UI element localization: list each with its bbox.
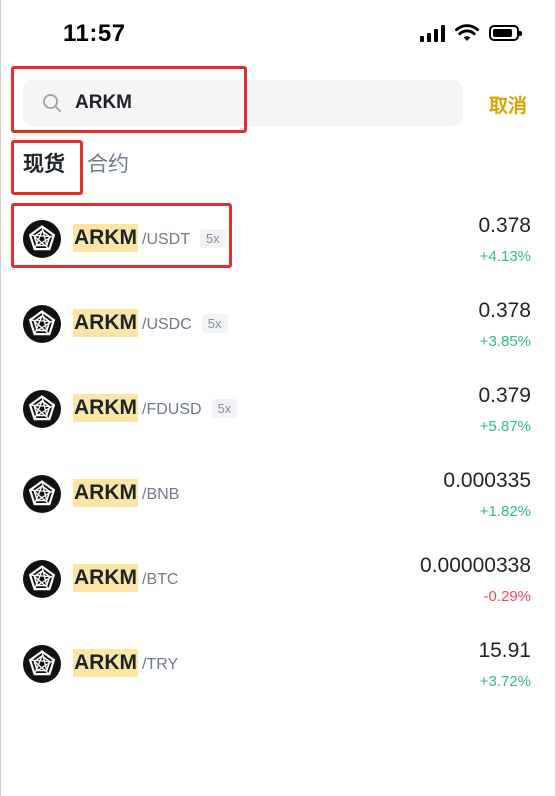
wifi-icon [455,24,479,41]
base-asset: ARKM [73,649,138,677]
search-icon [41,92,63,114]
pair-name: ARKM /TRY [73,649,178,677]
arkm-coin-icon [23,645,61,683]
pair-row[interactable]: ARKM /BNB 0.000335 +1.82% [1,455,555,540]
pair-name: ARKM /BNB [73,479,179,507]
last-price: 15.91 [478,639,531,662]
leverage-badge: 5x [200,228,226,248]
quote-asset: /TRY [142,656,179,673]
tab-futures[interactable]: 合约 [87,148,129,178]
quote-asset: /BTC [142,571,179,588]
status-time: 11:57 [63,20,126,47]
arkm-coin-icon [23,305,61,343]
price-change: +3.85% [479,333,531,350]
price-change: +1.82% [479,503,531,520]
base-asset: ARKM [73,394,138,422]
price-change: +3.72% [479,673,531,690]
pair-row[interactable]: ARKM /FDUSD 5x 0.379 +5.87% [1,370,555,455]
pair-row[interactable]: ARKM /BTC 0.00000338 -0.29% [1,540,555,625]
battery-icon [489,25,522,41]
pair-name: ARKM /USDT 5x [73,224,226,252]
last-price: 0.00000338 [420,554,531,577]
quote-asset: /USDC [142,316,192,333]
quote-asset: /FDUSD [142,401,202,418]
pair-row[interactable]: ARKM /USDC 5x 0.378 +3.85% [1,285,555,370]
arkm-coin-icon [23,560,61,598]
arkm-coin-icon [23,475,61,513]
quote-asset: /USDT [142,231,190,248]
price-change: +4.13% [479,248,531,265]
last-price: 0.379 [478,384,531,407]
pair-name: ARKM /USDC 5x [73,309,228,337]
arkm-coin-icon [23,220,61,258]
cancel-button[interactable]: 取消 [489,91,527,118]
price-change: -0.29% [483,588,531,605]
price-change: +5.87% [479,418,531,435]
status-icons [420,24,522,42]
last-price: 0.000335 [443,469,531,492]
base-asset: ARKM [73,479,138,507]
status-bar: 11:57 [1,0,555,70]
base-asset: ARKM [73,224,138,252]
market-tabs: 现货 合约 [23,148,129,178]
leverage-badge: 5x [211,398,238,418]
quote-asset: /BNB [142,486,180,503]
base-asset: ARKM [73,564,138,592]
pair-row[interactable]: ARKM /USDT 5x 0.378 +4.13% [1,200,555,285]
pair-name: ARKM /FDUSD 5x [73,394,238,422]
pair-row[interactable]: ARKM /TRY 15.91 +3.72% [1,625,555,710]
pair-list: ARKM /USDT 5x 0.378 +4.13% ARKM /USDC 5x… [1,200,555,710]
cellular-signal-icon [420,24,445,42]
base-asset: ARKM [73,309,138,337]
search-input[interactable] [75,92,375,114]
leverage-badge: 5x [201,313,228,333]
last-price: 0.378 [478,299,531,322]
search-box[interactable] [23,80,463,126]
arkm-coin-icon [23,390,61,428]
pair-name: ARKM /BTC [73,564,178,592]
tab-spot[interactable]: 现货 [23,148,65,178]
last-price: 0.378 [478,214,531,237]
